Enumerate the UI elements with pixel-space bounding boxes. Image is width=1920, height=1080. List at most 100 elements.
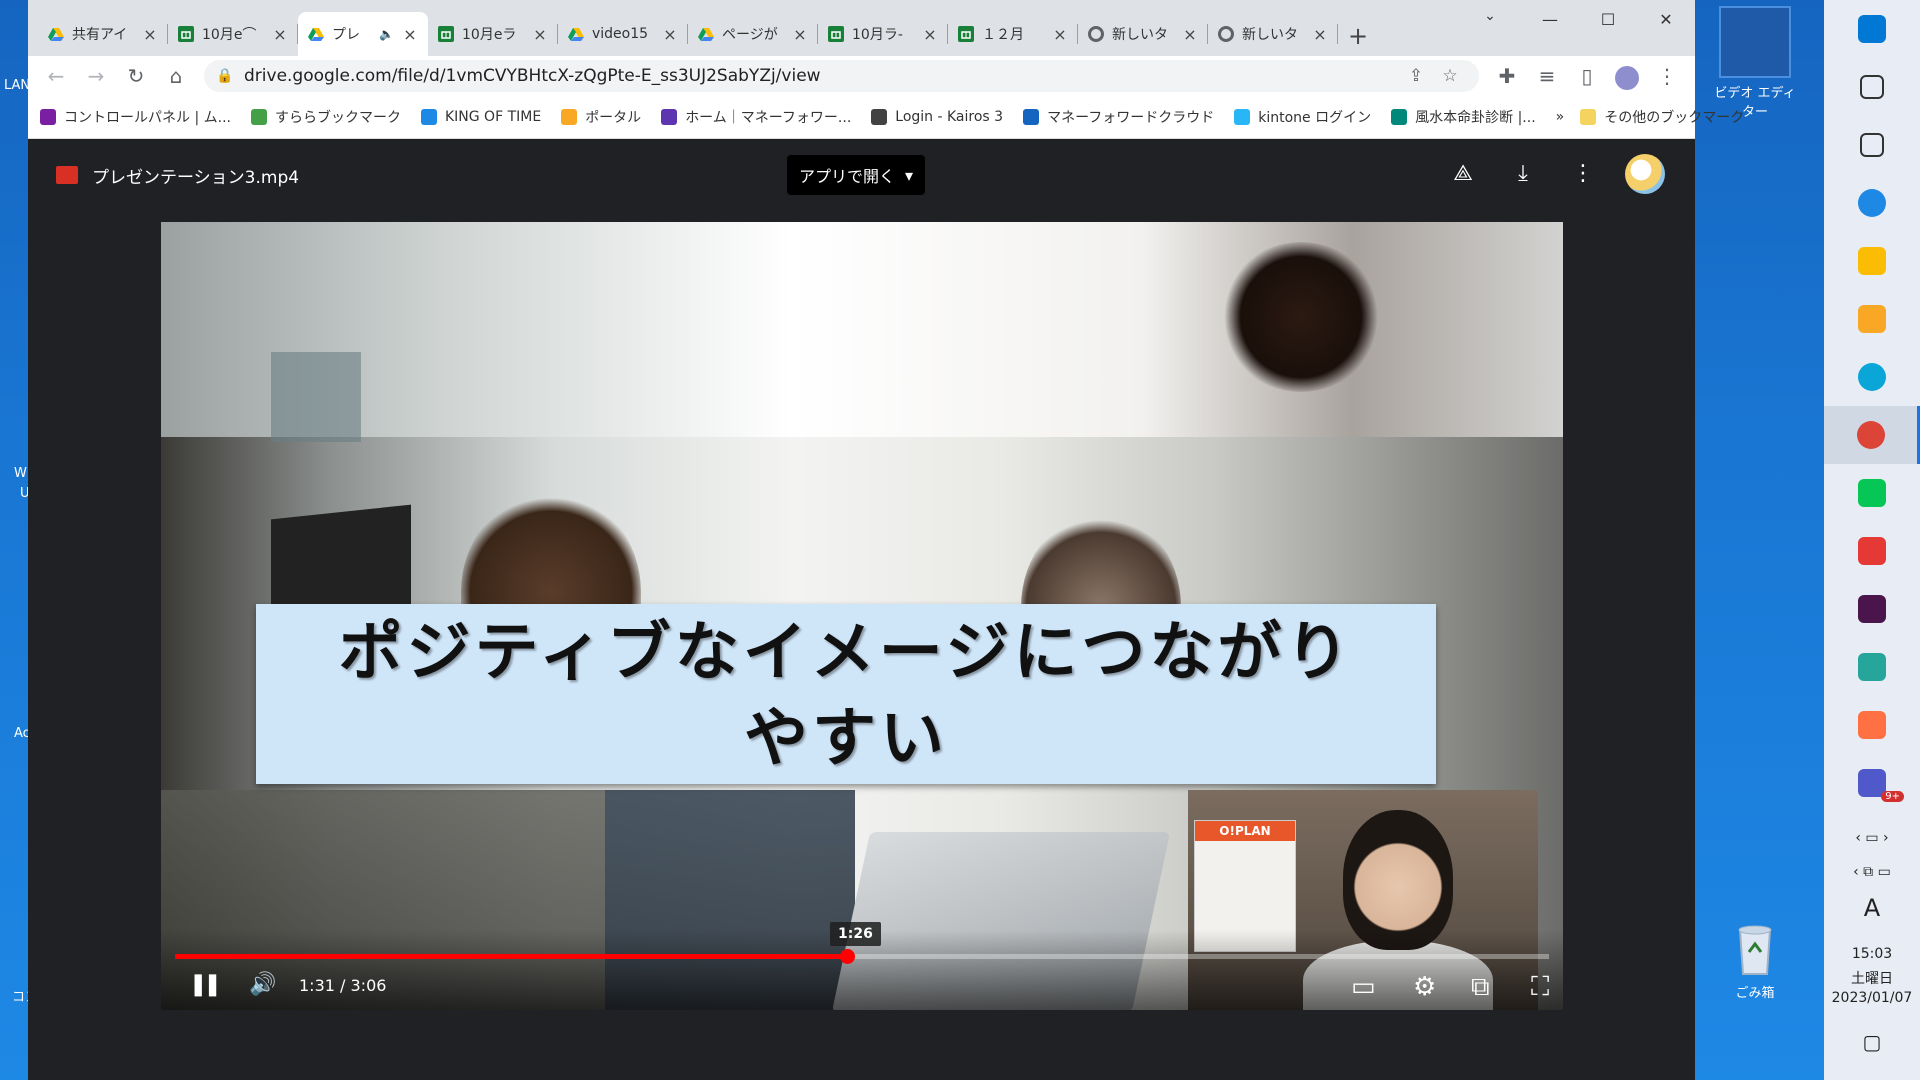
browser-tab[interactable]: 新しいタ × [1208, 12, 1338, 56]
tab-close-icon[interactable]: × [142, 25, 158, 44]
bookmark-item[interactable]: ホーム｜マネーフォワー... [661, 107, 851, 127]
subtitles-icon[interactable]: ▭ [1351, 972, 1376, 1002]
media-controls-icon[interactable]: ≡ [1527, 58, 1567, 94]
taskbar-paint[interactable] [1824, 696, 1920, 754]
tray-scroll[interactable]: ‹ ▭ › [1824, 830, 1920, 846]
seek-bar[interactable]: 1:26 [175, 922, 1549, 964]
app-paper-icon [1858, 653, 1886, 681]
bookmark-item[interactable]: ポータル [561, 107, 641, 127]
notification-icon[interactable]: ▢ [1824, 1030, 1920, 1054]
browser-tab[interactable]: 共有アイ × [38, 12, 168, 56]
tab-close-icon[interactable]: × [272, 25, 288, 44]
tab-list: 共有アイ × 10月e⌒ × プレ 🔈 × 10月eラ × video15 × ページが × 10月ラ- ×… [38, 12, 1338, 56]
tab-close-icon[interactable]: × [532, 25, 548, 44]
browser-tab[interactable]: video15 × [558, 12, 688, 56]
drive-icon [308, 26, 324, 42]
browser-toolbar: ← → ↻ ⌂ 🔒 drive.google.com/file/d/1vmCVY… [28, 56, 1695, 96]
taskbar-app-paper[interactable] [1824, 638, 1920, 696]
download-icon[interactable]: ⤓ [1493, 154, 1553, 194]
bookmark-star-icon[interactable]: ☆ [1433, 66, 1467, 86]
desktop-edge-label: LAN [4, 78, 31, 93]
recycle-bin-icon [1725, 918, 1785, 978]
browser-tab[interactable]: 10月eラ × [428, 12, 558, 56]
forward-button[interactable]: → [76, 58, 116, 94]
url-text[interactable]: drive.google.com/file/d/1vmCVYBHtcX-zQgP… [244, 66, 1399, 86]
desktop-icon-video-editor[interactable]: ビデオ エディター [1710, 6, 1800, 120]
more-actions-icon[interactable]: ⋮ [1553, 154, 1613, 194]
pause-icon[interactable]: ❚❚ [189, 972, 222, 997]
taskbar-edge[interactable] [1824, 348, 1920, 406]
settings-icon[interactable]: ⚙ [1413, 972, 1436, 1002]
clock-time[interactable]: 15:03 [1824, 946, 1920, 962]
clock-day[interactable]: 土曜日 [1824, 968, 1920, 988]
tab-close-icon[interactable]: × [1312, 25, 1328, 44]
open-with-button[interactable]: アプリで開く ▾ [787, 155, 926, 195]
taskbar-windows-start[interactable] [1824, 0, 1920, 58]
tab-close-icon[interactable]: × [792, 25, 808, 44]
close-window-button[interactable]: ✕ [1637, 0, 1695, 40]
tab-search-button[interactable]: ⌄ [1475, 8, 1505, 32]
taskbar-search[interactable] [1824, 58, 1920, 116]
bookmark-item[interactable]: kintone ログイン [1234, 107, 1371, 127]
browser-tab[interactable]: 10月ラ- × [818, 12, 948, 56]
taskbar-file-explorer[interactable] [1824, 290, 1920, 348]
tray-icons[interactable]: ‹ ⧉ ▭ [1824, 864, 1920, 880]
tab-close-icon[interactable]: × [1182, 25, 1198, 44]
open-with-label: アプリで開く [799, 167, 896, 186]
taskbar-line[interactable] [1824, 464, 1920, 522]
desktop-icon-recycle-bin[interactable]: ごみ箱 [1710, 918, 1800, 1001]
back-button[interactable]: ← [36, 58, 76, 94]
bookmarks-overflow-button[interactable]: » [1556, 109, 1565, 125]
side-panel-icon[interactable]: ▯ [1567, 58, 1607, 94]
chrome-menu-icon[interactable]: ⋮ [1647, 58, 1687, 94]
bookmark-item[interactable]: マネーフォワードクラウド [1023, 107, 1214, 127]
clock-date[interactable]: 2023/01/07 [1824, 990, 1920, 1006]
bookmark-favicon-icon [871, 109, 888, 125]
bookmark-item[interactable]: KING OF TIME [420, 109, 541, 125]
new-tab-button[interactable]: + [1338, 16, 1378, 56]
tab-close-icon[interactable]: × [1052, 25, 1068, 44]
tab-close-icon[interactable]: × [402, 25, 418, 44]
volume-icon[interactable]: 🔊 [249, 972, 276, 997]
reload-button[interactable]: ↻ [116, 58, 156, 94]
browser-tab[interactable]: ページが × [688, 12, 818, 56]
browser-tab[interactable]: 新しいタ × [1078, 12, 1208, 56]
browser-tab[interactable]: プレ 🔈 × [298, 12, 428, 56]
bookmark-item[interactable]: Login - Kairos 3 [871, 109, 1003, 125]
taskbar-teams-badge[interactable]: 9+ [1824, 754, 1920, 812]
fullscreen-icon[interactable]: ⛶ [1531, 972, 1549, 1003]
browser-tab[interactable]: 10月e⌒ × [168, 12, 298, 56]
bookmark-label: マネーフォワードクラウド [1047, 110, 1215, 126]
seek-handle[interactable] [839, 949, 855, 964]
seek-bar-played [175, 954, 847, 959]
minimize-button[interactable]: — [1521, 0, 1579, 40]
browser-tab[interactable]: １２月 × [948, 12, 1078, 56]
video-player[interactable]: ポジティブなイメージにつながり やすい O!PLAN 1:26 ❚❚ 🔊 1:3… [161, 222, 1563, 1010]
home-button[interactable]: ⌂ [156, 58, 196, 94]
miniplayer-icon[interactable]: ⧉ [1471, 972, 1490, 1003]
account-avatar[interactable] [1625, 154, 1665, 194]
lock-icon[interactable]: 🔒 [216, 68, 233, 84]
bookmark-item[interactable]: すららブックマーク [250, 107, 401, 127]
taskbar-task-view[interactable] [1824, 116, 1920, 174]
profile-avatar[interactable] [1607, 58, 1647, 94]
taskbar-slack[interactable] [1824, 580, 1920, 638]
tab-audio-icon[interactable]: 🔈 [379, 27, 394, 41]
extensions-icon[interactable]: ✚ [1487, 58, 1527, 94]
tab-close-icon[interactable]: × [662, 25, 678, 44]
taskbar-app-red[interactable] [1824, 522, 1920, 580]
maximize-button[interactable]: ☐ [1579, 0, 1637, 40]
taskbar-google-drive[interactable] [1824, 232, 1920, 290]
address-bar[interactable]: 🔒 drive.google.com/file/d/1vmCVYBHtcX-zQ… [204, 60, 1479, 92]
ime-indicator[interactable]: A [1824, 894, 1920, 922]
taskbar-chrome[interactable] [1824, 406, 1920, 464]
add-shortcut-icon[interactable]: ⟁ [1433, 154, 1493, 194]
bookmark-favicon-icon [40, 109, 56, 125]
tab-close-icon[interactable]: × [922, 25, 938, 44]
video-frame-person [1221, 242, 1381, 392]
other-bookmarks-folder[interactable]: その他のブックマーク [1580, 107, 1744, 127]
bookmark-item[interactable]: 風水本命卦診断 |... [1391, 107, 1536, 127]
taskbar-app-bird[interactable] [1824, 174, 1920, 232]
bookmark-item[interactable]: コントロールパネル | ム... [40, 107, 231, 127]
share-icon[interactable]: ⇪ [1399, 66, 1433, 86]
